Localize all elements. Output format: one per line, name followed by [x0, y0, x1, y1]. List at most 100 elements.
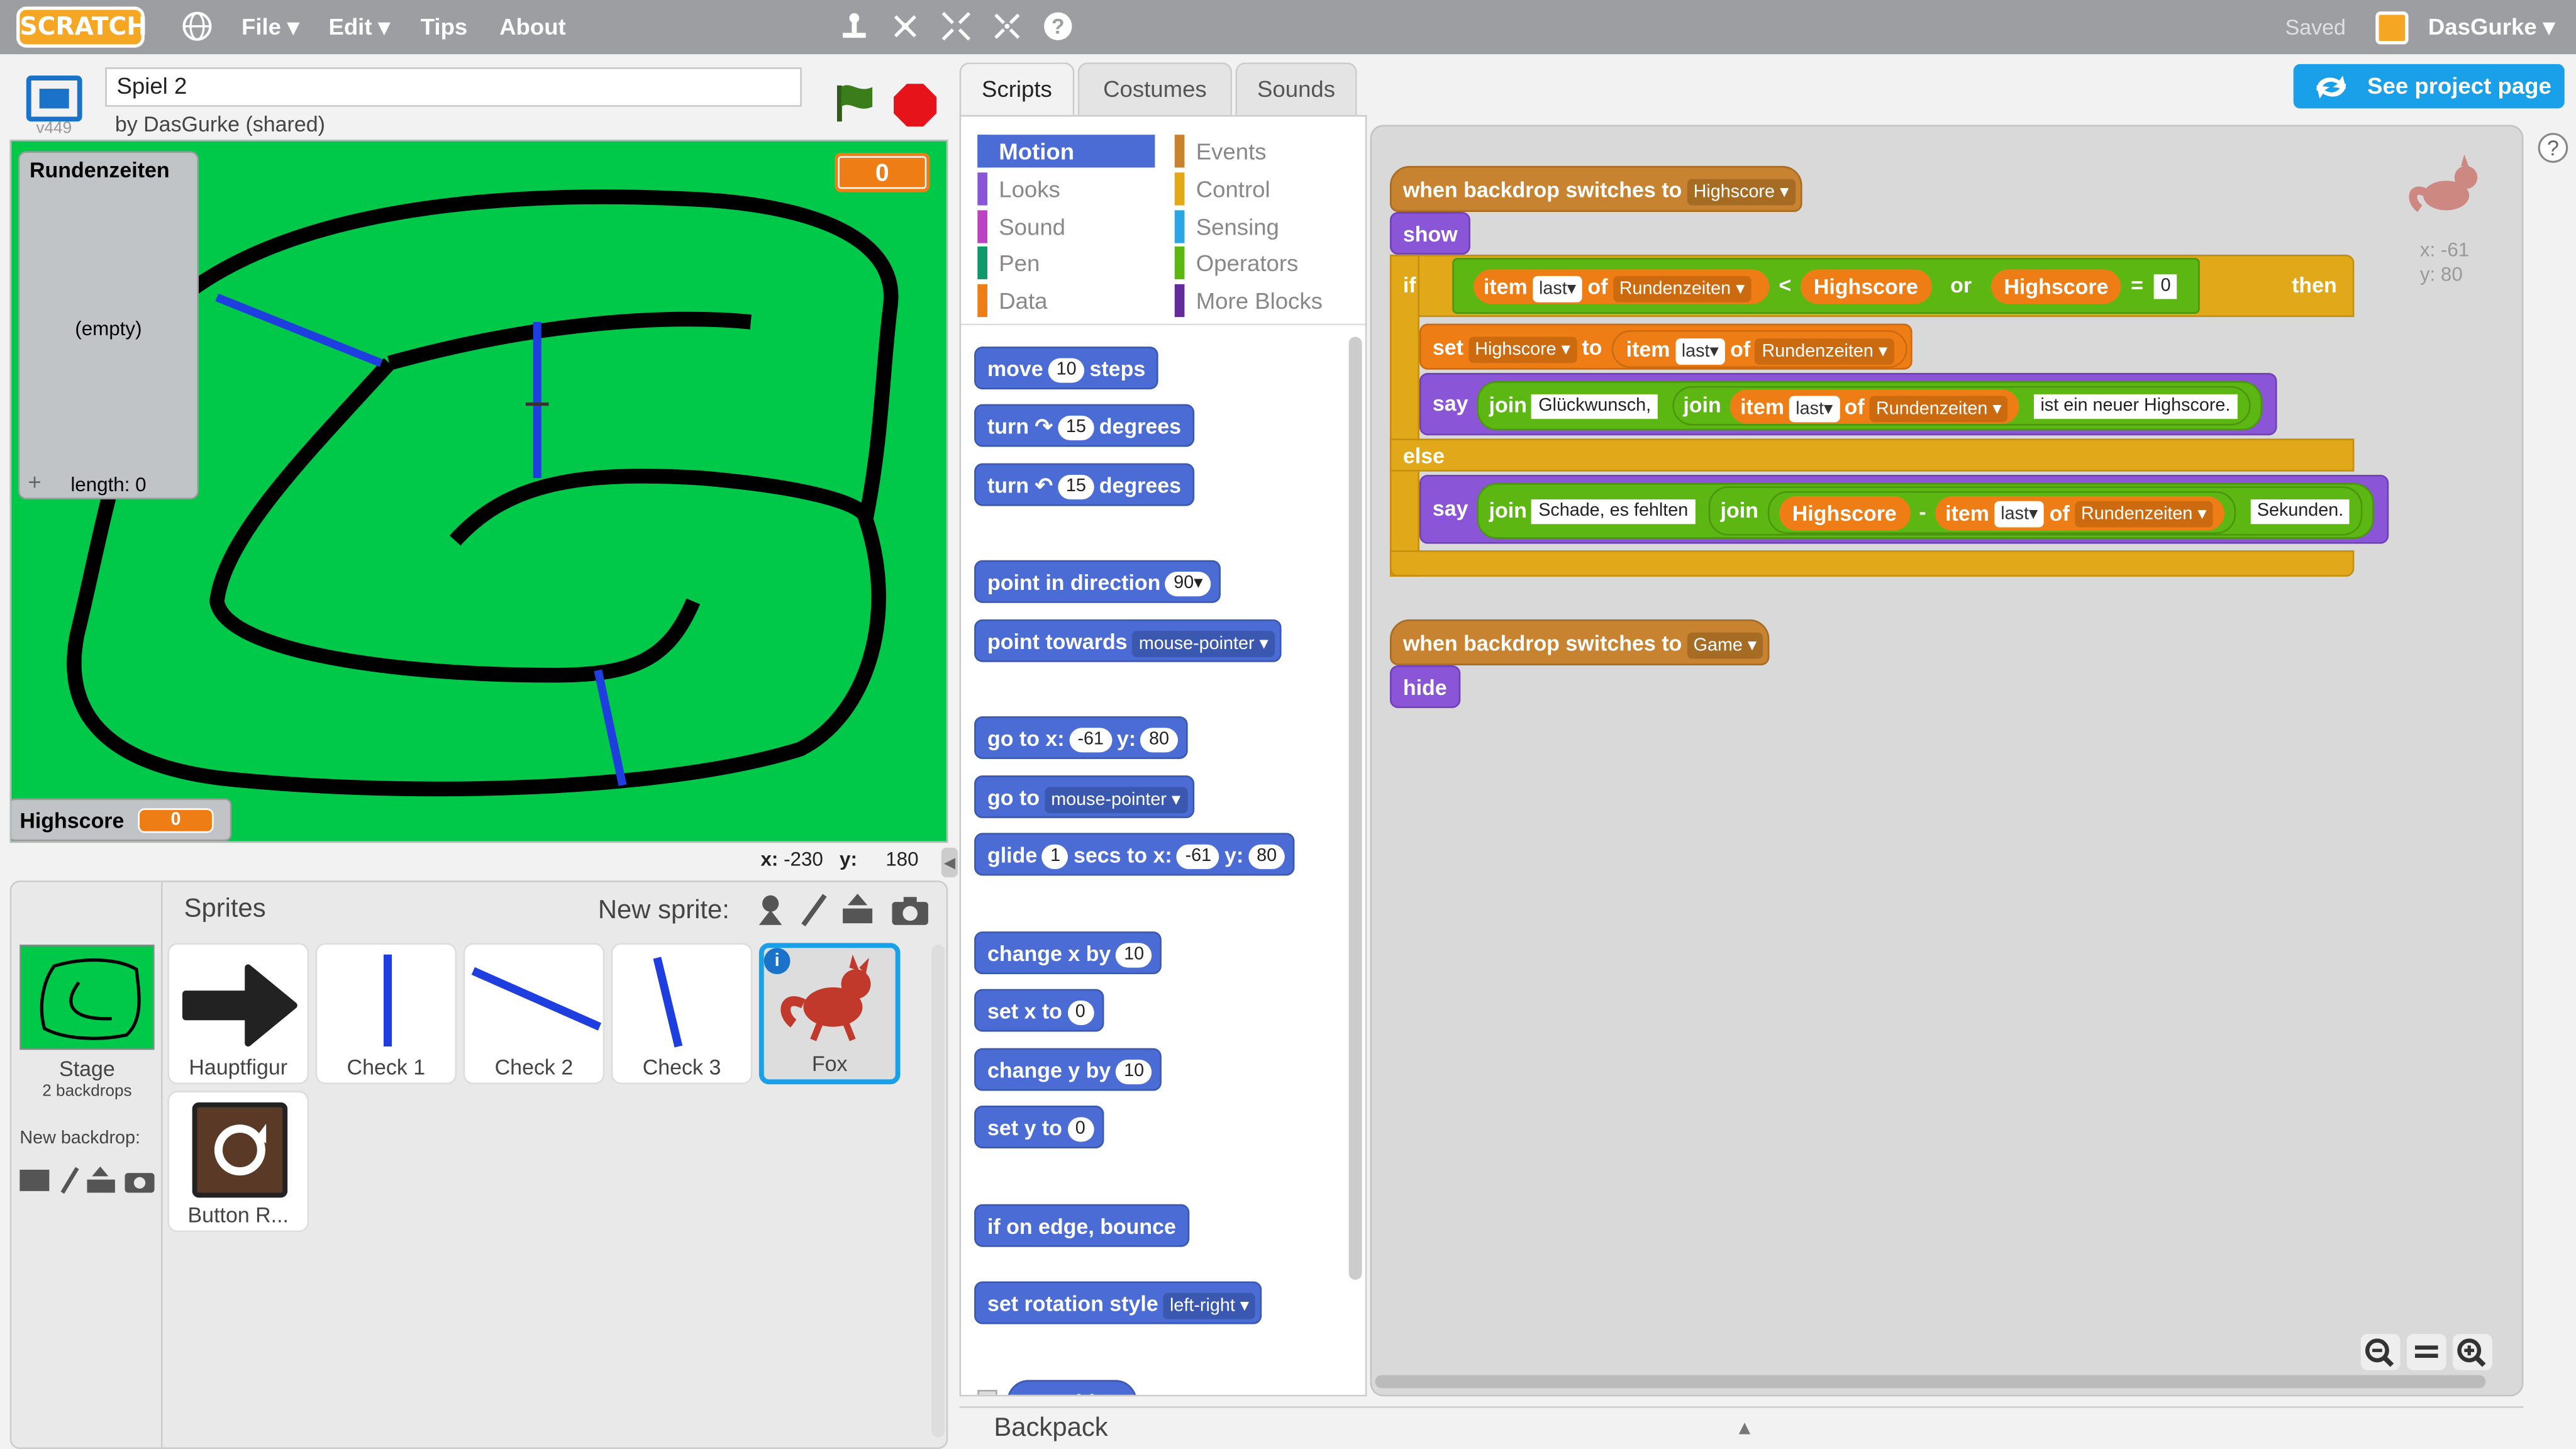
paint-backdrop-icon: [60, 1167, 79, 1194]
tab-scripts[interactable]: Scripts: [959, 62, 1075, 115]
category-looks[interactable]: Looks: [977, 172, 1060, 206]
block-go-to-xy[interactable]: go to x: -61 y: 80: [974, 716, 1187, 759]
choose-sprite-icon[interactable]: [754, 892, 787, 928]
tips-menu[interactable]: Tips: [421, 13, 468, 40]
block-x-position[interactable]: x position: [1007, 1380, 1138, 1395]
block-go-to[interactable]: go to mouse-pointer ▾: [974, 775, 1194, 818]
block-say-schade[interactable]: say join Schade, es fehlten join Highscor…: [1419, 474, 2390, 544]
category-more-blocks[interactable]: More Blocks: [1174, 284, 1323, 318]
see-project-page-button[interactable]: See project page: [2293, 64, 2565, 109]
new-backdrop-icons: [18, 1165, 156, 1194]
block-hide[interactable]: hide: [1389, 665, 1460, 708]
block-point-towards[interactable]: point towards mouse-pointer ▾: [974, 619, 1282, 662]
sprite-tile-check-2[interactable]: Check 2: [463, 943, 605, 1085]
zoom-reset-icon[interactable]: [2406, 1334, 2446, 1370]
category-sound[interactable]: Sound: [977, 210, 1065, 243]
highscore-monitor-label: Highscore: [19, 808, 125, 833]
grow-icon[interactable]: [940, 10, 972, 43]
list-monitor-rundenzeiten[interactable]: Rundenzeiten (empty) + length: 0: [18, 151, 199, 500]
globe-icon[interactable]: [180, 10, 213, 43]
highscore-monitor[interactable]: Highscore 0: [11, 798, 232, 841]
sprites-scrollbar[interactable]: [931, 945, 945, 1438]
edit-menu[interactable]: Edit ▾: [328, 13, 390, 41]
backpack-label: Backpack: [994, 1414, 1108, 1443]
green-flag-icon[interactable]: [831, 79, 877, 125]
user-avatar[interactable]: [2375, 11, 2409, 45]
paint-sprite-icon[interactable]: [799, 892, 828, 928]
block-rotation-style[interactable]: set rotation style left-right ▾: [974, 1281, 1263, 1324]
category-sensing[interactable]: Sensing: [1174, 210, 1279, 243]
zoom-out-icon[interactable]: [2360, 1334, 2401, 1370]
tab-sounds[interactable]: Sounds: [1235, 62, 1357, 115]
arrow-icon: [182, 964, 297, 1047]
category-motion[interactable]: Motion: [977, 135, 1155, 168]
scratch-logo[interactable]: SCRATCH: [16, 6, 147, 48]
or-condition[interactable]: item last▾ of Rundenzeiten ▾ < Highscore or…: [1452, 258, 2201, 314]
block-point-direction[interactable]: point in direction 90▾: [974, 560, 1221, 603]
stage-thumbnail[interactable]: [19, 945, 155, 1050]
menu-bar: SCRATCH File ▾ Edit ▾ Tips About ? Saved…: [0, 0, 2576, 55]
stage-canvas[interactable]: Rundenzeiten (empty) + length: 0 0 Highs…: [9, 140, 948, 843]
block-set-y[interactable]: set y to 0: [974, 1106, 1104, 1148]
sprite-tile-fox[interactable]: i Fox: [758, 943, 901, 1085]
block-glide[interactable]: glide 1 secs to x: -61 y: 80: [974, 833, 1295, 876]
x-position-checkbox[interactable]: [977, 1389, 997, 1395]
block-move-steps[interactable]: move 10 steps: [974, 347, 1159, 390]
sprite-info-icon[interactable]: i: [763, 948, 791, 975]
camera-sprite-icon[interactable]: [891, 894, 930, 926]
hat-when-backdrop-switches-game[interactable]: when backdrop switches to Game ▾: [1389, 619, 1770, 665]
list-add-button[interactable]: +: [28, 468, 41, 494]
block-show[interactable]: show: [1389, 211, 1471, 255]
backpack-bar[interactable]: Backpack ▲: [959, 1406, 2524, 1449]
category-pen[interactable]: Pen: [977, 246, 1040, 280]
about-menu[interactable]: About: [499, 13, 566, 40]
block-set-variable[interactable]: set Highscore ▾ to item last▾ of Rundenzeiten…: [1419, 323, 1913, 370]
sprite-tile-check-3[interactable]: Check 3: [611, 943, 753, 1085]
sprite-name: Check 2: [494, 1055, 574, 1080]
duplicate-icon[interactable]: [838, 10, 870, 43]
palette-scrollbar[interactable]: [1348, 336, 1362, 1280]
project-title-input[interactable]: Spiel 2: [105, 67, 802, 107]
sprite-tile-hauptfigur[interactable]: Hauptfigur: [167, 943, 309, 1085]
block-turn-right[interactable]: turn ↷ 15 degrees: [974, 404, 1194, 447]
stop-icon[interactable]: [892, 82, 938, 128]
upload-sprite-icon[interactable]: [840, 891, 875, 926]
user-menu[interactable]: DasGurke ▾: [2428, 13, 2555, 41]
sprite-x-readout: x: -61: [2419, 238, 2470, 262]
scripts-area[interactable]: when backdrop switches to Highscore ▾ sho…: [1370, 125, 2524, 1397]
mouse-coordinates: x: -230 y: 180: [760, 847, 919, 871]
sprite-tile-button-r[interactable]: Button R...: [167, 1091, 309, 1233]
sprite-name: Check 3: [642, 1055, 721, 1080]
fox-sprite-thumbnail: [2404, 150, 2496, 228]
upload-backdrop-icon: [87, 1179, 115, 1193]
highscore-reporter: Highscore: [1800, 269, 1931, 304]
scripts-horizontal-scrollbar[interactable]: [1375, 1375, 2486, 1389]
block-set-x[interactable]: set x to 0: [974, 989, 1104, 1032]
category-control[interactable]: Control: [1174, 172, 1270, 206]
hat-when-backdrop-switches[interactable]: when backdrop switches to Highscore ▾: [1389, 165, 1802, 212]
else-label: else: [1402, 443, 1445, 469]
collapse-stage-icon[interactable]: ◀: [941, 847, 958, 877]
block-say-glueckwunsch[interactable]: say join Glückwunsch, join item last▾ of Run…: [1419, 372, 2277, 436]
category-events[interactable]: Events: [1174, 135, 1267, 168]
file-menu[interactable]: File ▾: [242, 13, 299, 41]
help-icon-right[interactable]: ?: [2536, 131, 2569, 164]
backpack-expand-icon[interactable]: ▲: [1735, 1416, 1755, 1440]
tab-costumes[interactable]: Costumes: [1077, 62, 1233, 115]
block-bounce[interactable]: if on edge, bounce: [974, 1204, 1189, 1247]
item-last-of-reporter: item last▾ of Rundenzeiten ▾: [1474, 269, 1770, 304]
zoom-in-icon[interactable]: [2453, 1334, 2492, 1370]
category-data[interactable]: Data: [977, 284, 1048, 318]
presentation-mode-icon[interactable]: [26, 75, 82, 122]
sprite-name: Check 1: [347, 1055, 426, 1080]
category-operators[interactable]: Operators: [1174, 246, 1298, 280]
help-icon[interactable]: ?: [1041, 10, 1074, 43]
svg-text:?: ?: [1052, 15, 1065, 39]
block-change-y[interactable]: change y by 10: [974, 1048, 1162, 1091]
block-change-x[interactable]: change x by 10: [974, 931, 1162, 975]
sprite-tile-check-1[interactable]: Check 1: [315, 943, 457, 1085]
cut-icon[interactable]: [889, 10, 921, 43]
shrink-icon[interactable]: [991, 10, 1023, 43]
list-length-label: length: 0: [70, 473, 147, 496]
block-turn-left[interactable]: turn ↶ 15 degrees: [974, 463, 1194, 506]
